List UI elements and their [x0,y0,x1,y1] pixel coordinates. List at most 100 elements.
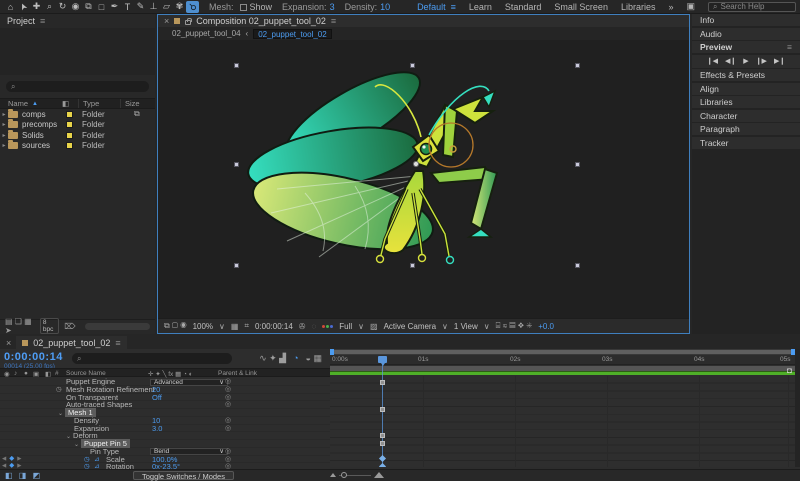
twirl-icon[interactable]: ▸ [0,132,8,139]
solo-icon[interactable]: ● [24,370,28,377]
breadcrumb-current[interactable]: 02_puppet_tool_02 [253,28,332,39]
workspace-libraries[interactable]: Libraries [621,2,656,12]
expansion-value[interactable]: 3 [330,2,335,12]
property-row-on-transparent[interactable]: On Transparent Off ◎ [0,393,330,402]
twirl-icon[interactable]: ▸ [0,121,8,128]
workspace-default[interactable]: Default [417,2,446,12]
roto-brush-tool-icon[interactable]: ✾ [173,1,186,13]
timeline-zoom-slider[interactable] [330,471,384,478]
zoom-knob[interactable] [341,471,347,478]
first-frame-button[interactable]: ❙◀ [707,57,718,65]
show-channel-icon[interactable] [322,324,334,328]
label-column-icon[interactable]: ◧ [62,99,78,108]
selection-handle[interactable] [575,63,580,68]
lock-icon[interactable] [185,17,193,25]
pickwhip-icon[interactable]: ◎ [225,378,231,386]
twirl-icon[interactable]: ▸ [0,111,8,118]
previous-frame-button[interactable]: ◀❙ [725,57,736,65]
property-row-expansion[interactable]: Expansion 3.0 ◎ [0,424,330,433]
camera-popup[interactable]: Active Camera [384,322,436,331]
label-color-swatch[interactable] [66,110,73,118]
layer-switches-icons[interactable]: ✛ ✦ ╲ fx ▦ ◔ ◐ [148,370,193,378]
group-row-mesh-1[interactable]: ⌄ Mesh 1 [0,408,330,417]
panel-audio[interactable]: Audio [692,27,800,40]
brush-tool-icon[interactable]: ✎ [134,1,147,13]
property-row-mesh-rotation-refinement[interactable]: ◷ Mesh Rotation Refinement 20 ◎ [0,385,330,394]
workspace-small-screen[interactable]: Small Screen [554,2,608,12]
close-icon[interactable]: × [6,338,11,348]
lock-icon[interactable]: ▣ [33,370,39,378]
sort-asc-icon[interactable]: ▲ [32,101,38,107]
keyframe-marker[interactable] [380,433,385,438]
source-name-column[interactable]: Source Name [66,370,106,377]
bit-depth-button[interactable]: 8 bpc [39,318,60,334]
breadcrumb-parent[interactable]: 02_puppet_tool_04 [172,29,241,38]
density-value[interactable]: 10 [380,2,390,12]
panel-menu-icon[interactable]: ≡ [331,16,336,26]
puppet-pin-tool-icon[interactable]: ⚲ [186,0,199,13]
current-time-display[interactable]: 0:00:00:14 [4,351,63,363]
label-color-swatch[interactable] [66,121,73,129]
keyframe-marker[interactable] [380,380,385,385]
next-frame-button[interactable]: ❙▶ [756,57,767,65]
project-tab[interactable]: Project [7,16,35,26]
selection-tool-icon[interactable]: ➤ [17,1,30,13]
close-icon[interactable]: × [164,16,169,26]
puppet-engine-dropdown[interactable]: Advanced ∨ [150,378,228,386]
property-row-auto-traced-shapes[interactable]: Auto-traced Shapes ◎ [0,401,330,409]
shape-tool-icon[interactable]: □ [95,1,108,13]
playhead[interactable] [378,356,387,366]
label-color-swatch[interactable] [66,142,73,150]
type-tool-icon[interactable]: T [121,1,134,13]
timeline-tab[interactable]: 02_puppet_tool_02 ≡ [16,336,127,349]
hand-tool-icon[interactable]: ✚ [30,1,43,13]
view-layout-popup[interactable]: 1 View [454,322,478,331]
selection-handle[interactable] [575,263,580,268]
camera-tool-icon[interactable]: ◉ [69,1,82,13]
table-row-comps[interactable]: ▸ comps Folder ⧉ [0,108,155,120]
parent-link-column[interactable]: Parent & Link [218,370,257,377]
timeline-graph-area[interactable]: 0:00s 01s 02s 03s 04s 05s ◘ [330,349,795,467]
panel-character[interactable]: Character [692,109,800,122]
horizontal-scrollbar[interactable] [84,322,150,330]
selection-handle[interactable] [234,162,239,167]
region-of-interest-icon[interactable]: ⌗ [244,321,249,331]
graph-icon[interactable]: ⊿ [94,456,99,464]
pickwhip-icon[interactable]: ◎ [225,448,231,456]
magnification-popup[interactable]: 100% [193,322,213,331]
property-row-density[interactable]: Density 10 ◎ [0,416,330,425]
keyframe-marker[interactable] [380,441,385,446]
panel-tracker[interactable]: Tracker [692,136,800,149]
workspace-overflow-icon[interactable]: » [668,2,673,12]
workspace-learn[interactable]: Learn [469,2,492,12]
panel-info[interactable]: Info [692,14,800,26]
property-row-puppet-engine[interactable]: Puppet Engine Advanced ∨ ◎ [0,378,330,386]
toggle-switches-modes-button[interactable]: Toggle Switches / Modes [133,471,234,481]
pickwhip-icon[interactable]: ◎ [225,425,231,433]
viewer-options-icons[interactable]: ⧉ ▢ ◉ [164,321,187,331]
panel-menu-icon[interactable]: ≡ [115,338,120,348]
last-frame-button[interactable]: ▶❙ [774,57,785,65]
selection-handle[interactable] [410,263,415,268]
table-row-sources[interactable]: ▸ sources Folder [0,140,155,152]
column-type[interactable]: Type [78,99,120,108]
trash-icon[interactable]: ⌦ [64,322,75,331]
panel-preview[interactable]: Preview ≡ [692,41,800,53]
composition-tab-title[interactable]: Composition 02_puppet_tool_02 [196,16,326,26]
workspace-menu-icon[interactable]: ≡ [451,2,456,12]
transparency-grid-icon[interactable]: ▨ [370,322,378,331]
project-menu-icon[interactable]: ≡ [40,16,45,26]
graph-editor-icon[interactable]: ◒ ▦ [306,353,322,364]
current-time[interactable]: 0:00:00:14 [255,322,293,331]
table-row-precomps[interactable]: ▸ precomps Folder [0,119,155,131]
table-row-solids[interactable]: ▸ Solids Folder [0,129,155,141]
selection-handle[interactable] [410,63,415,68]
pickwhip-icon[interactable]: ◎ [225,401,231,409]
motion-blur-icon[interactable]: ◔ [293,353,298,364]
column-size[interactable]: Size [120,99,155,108]
twirl-icon[interactable]: ▸ [0,142,8,149]
eye-icon[interactable]: ◉ [4,370,10,378]
snapshot-icon[interactable]: ✇ [299,322,306,331]
rotation-tool-icon[interactable]: ↻ [56,1,69,13]
audio-icon[interactable]: ♪ [14,370,17,377]
